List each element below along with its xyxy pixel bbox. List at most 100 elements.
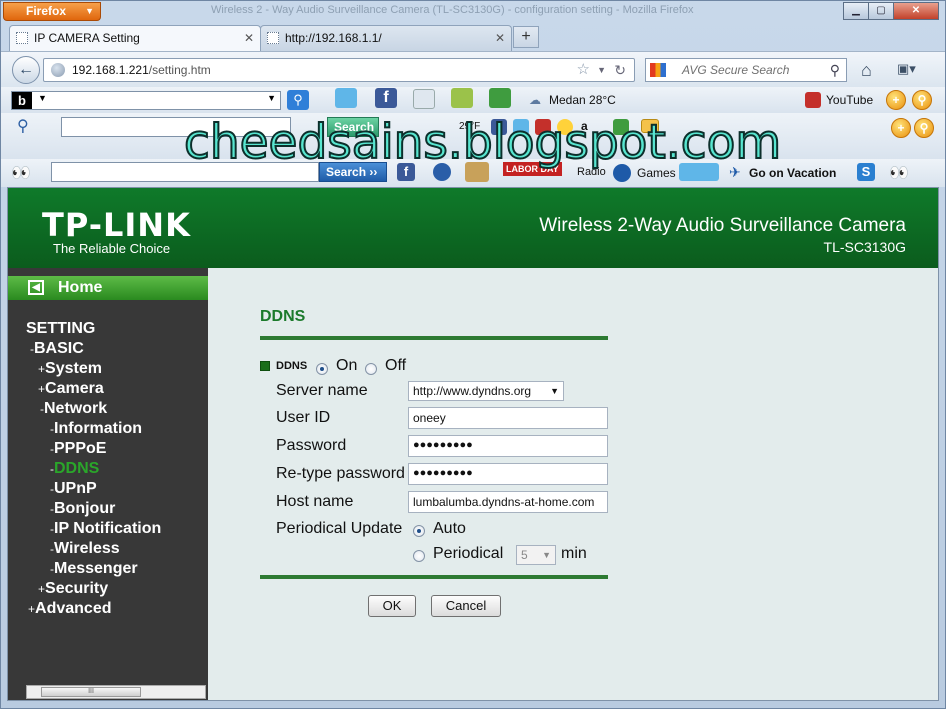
eyes-logo-icon[interactable]: 👀: [889, 163, 909, 183]
bullet-icon: [260, 361, 270, 371]
ddns-label: DDNS: [276, 360, 308, 372]
brand-tagline: The Reliable Choice: [53, 241, 171, 256]
sidebar-item-label: Bonjour: [54, 500, 116, 517]
search-icon[interactable]: ⚲: [912, 90, 932, 110]
search-input[interactable]: AVG Secure Search ⚲: [645, 58, 847, 82]
chevron-down-icon[interactable]: ▼: [267, 93, 276, 103]
sidebar-item-advanced[interactable]: +Advanced: [28, 600, 111, 618]
server-name-value: http://www.dyndns.org: [413, 384, 532, 398]
tab-ip-camera[interactable]: IP CAMERA Setting ✕: [9, 25, 261, 51]
add-icon[interactable]: +: [886, 90, 906, 110]
sidebar-item-system[interactable]: +System: [38, 360, 102, 378]
password-field[interactable]: ●●●●●●●●●: [408, 435, 608, 457]
periodical-radio[interactable]: [413, 550, 425, 562]
home-icon[interactable]: ⌂: [861, 60, 872, 81]
youtube-link[interactable]: YouTube: [826, 93, 873, 107]
magnifier-icon[interactable]: ⚲: [17, 116, 29, 136]
server-name-select[interactable]: http://www.dyndns.org ▼: [408, 381, 564, 401]
retype-password-field[interactable]: ●●●●●●●●●: [408, 463, 608, 485]
sidebar-item-label: PPPoE: [54, 440, 107, 457]
cancel-button[interactable]: Cancel: [431, 595, 501, 617]
sidebar-item-ddns[interactable]: -DDNS: [50, 460, 99, 478]
sidebar-item-wireless[interactable]: -Wireless: [50, 540, 120, 558]
back-button[interactable]: ←: [12, 56, 40, 84]
globe-icon: [51, 63, 65, 77]
periodical-update-label: Periodical Update: [276, 520, 403, 537]
search-icon[interactable]: ⚲: [287, 90, 309, 110]
window-title: Wireless 2 - Way Audio Surveillance Came…: [211, 4, 694, 16]
bookmarks-menu-icon[interactable]: ▣▾: [897, 61, 929, 79]
sidebar-item-messenger[interactable]: -Messenger: [50, 560, 138, 578]
auto-label: Auto: [433, 520, 466, 537]
page-header: TP-LINK The Reliable Choice Wireless 2-W…: [8, 188, 938, 268]
firefox-menu-button[interactable]: Firefox ▼: [3, 2, 101, 21]
search-icon[interactable]: ⚲: [914, 118, 934, 138]
weather-text[interactable]: Medan 28°C: [549, 93, 616, 107]
period-select[interactable]: 5 ▼: [516, 545, 556, 565]
sidebar: ◀ Home SETTING -BASIC +System +Camera -N…: [8, 268, 208, 700]
twitter-icon[interactable]: [335, 88, 357, 108]
user-id-field[interactable]: oneey: [408, 407, 608, 429]
on-label: On: [336, 357, 358, 374]
sidebar-item-label: Network: [44, 400, 108, 417]
scrollbar-thumb[interactable]: III: [41, 687, 141, 697]
sidebar-item-basic[interactable]: -BASIC: [30, 340, 84, 358]
sidebar-item-label: UPnP: [54, 480, 97, 497]
firefox-menu-label: Firefox: [26, 4, 67, 18]
home-label: Home: [58, 279, 103, 296]
tree-prefix: +: [38, 582, 46, 596]
ddns-off-radio[interactable]: [365, 363, 377, 375]
new-tab-button[interactable]: +: [513, 26, 539, 48]
sidebar-item-label: DDNS: [54, 460, 100, 477]
sidebar-item-bonjour[interactable]: -Bonjour: [50, 500, 115, 518]
maximize-button[interactable]: ▢: [868, 2, 894, 20]
close-tab-icon[interactable]: ✕: [495, 26, 505, 50]
reload-icon[interactable]: ↻: [614, 59, 626, 81]
url-bar[interactable]: 192.168.1.221/setting.htm ☆ ▼ ↻: [43, 58, 635, 82]
back-arrow-icon: ◀: [28, 280, 44, 295]
tree-prefix: +: [38, 382, 46, 396]
add-icon[interactable]: +: [891, 118, 911, 138]
sidebar-item-label: Camera: [45, 380, 104, 397]
tools-icon[interactable]: [489, 88, 511, 108]
browser-window: Firefox ▼ Wireless 2 - Way Audio Surveill…: [0, 0, 946, 709]
home-button[interactable]: ◀ Home: [8, 276, 208, 300]
tab-router[interactable]: http://192.168.1.1/ ✕: [260, 25, 512, 51]
sidebar-item-camera[interactable]: +Camera: [38, 380, 104, 398]
close-button[interactable]: ✕: [893, 2, 939, 20]
tree-prefix: +: [28, 602, 36, 616]
model-number: TL-SC3130G: [823, 239, 906, 255]
history-dropdown-icon[interactable]: ▼: [597, 59, 606, 81]
bookmark-star-icon[interactable]: ☆: [577, 59, 590, 81]
close-tab-icon[interactable]: ✕: [244, 26, 254, 50]
sidebar-item-pppoe[interactable]: -PPPoE: [50, 440, 106, 458]
sidebar-item-information[interactable]: -Information: [50, 420, 142, 438]
bing-search-input[interactable]: b ▼ ▼: [11, 91, 281, 110]
retype-password-label: Re-type password: [276, 465, 405, 482]
skype-icon[interactable]: S: [857, 163, 875, 181]
sidebar-item-label: Messenger: [54, 560, 138, 577]
horizontal-scrollbar[interactable]: III: [26, 685, 206, 699]
minimize-button[interactable]: ▁: [843, 2, 869, 20]
auto-radio[interactable]: [413, 525, 425, 537]
sidebar-item-ip-notification[interactable]: -IP Notification: [50, 520, 161, 538]
min-label: min: [561, 545, 587, 562]
divider: [260, 336, 608, 340]
notes-icon[interactable]: [451, 88, 473, 108]
sidebar-item-security[interactable]: +Security: [38, 580, 108, 598]
mail-icon[interactable]: [413, 89, 435, 109]
title-bar: Firefox ▼ Wireless 2 - Way Audio Surveill…: [1, 1, 945, 23]
search-icon[interactable]: ⚲: [830, 59, 840, 81]
sidebar-item-label: Information: [54, 420, 142, 437]
host-name-field[interactable]: lumbalumba.dyndns-at-home.com: [408, 491, 608, 513]
sidebar-item-network[interactable]: -Network: [40, 400, 107, 418]
youtube-icon[interactable]: [805, 92, 821, 108]
ddns-on-radio[interactable]: [316, 363, 328, 375]
sidebar-item-upnp[interactable]: -UPnP: [50, 480, 97, 498]
facebook-icon[interactable]: f: [375, 88, 397, 108]
main-content: DDNS DDNS On Off Server name http://www.…: [208, 268, 938, 700]
brand-logo: TP-LINK: [42, 206, 191, 244]
ok-button[interactable]: OK: [368, 595, 416, 617]
eyes-logo-icon[interactable]: 👀: [11, 163, 31, 183]
watermark-text: cheedsains.blogspot.com: [183, 114, 782, 171]
